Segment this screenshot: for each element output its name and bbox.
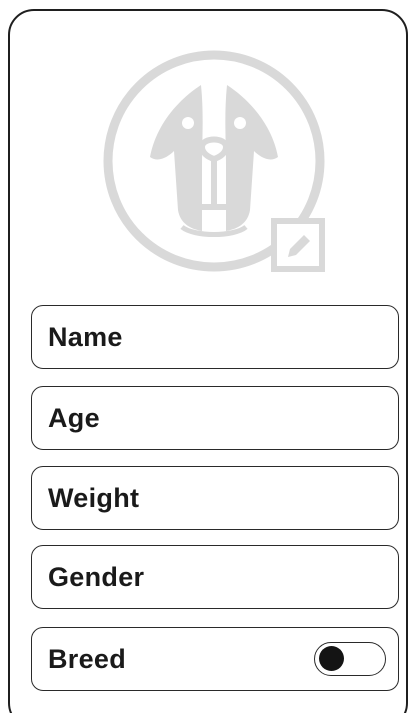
toggle-knob[interactable]: [319, 646, 344, 671]
breed-field[interactable]: Breed: [31, 627, 399, 691]
breed-toggle[interactable]: [314, 642, 386, 676]
weight-label: Weight: [48, 482, 140, 513]
pet-avatar[interactable]: [98, 45, 330, 277]
breed-label: Breed: [48, 643, 127, 674]
age-label: Age: [48, 402, 100, 433]
name-label: Name: [48, 321, 123, 352]
gender-field[interactable]: Gender: [31, 545, 399, 609]
name-field[interactable]: Name: [31, 305, 399, 369]
weight-field[interactable]: Weight: [31, 466, 399, 530]
pencil-icon[interactable]: [270, 217, 326, 273]
age-field[interactable]: Age: [31, 386, 399, 450]
gender-label: Gender: [48, 561, 145, 592]
